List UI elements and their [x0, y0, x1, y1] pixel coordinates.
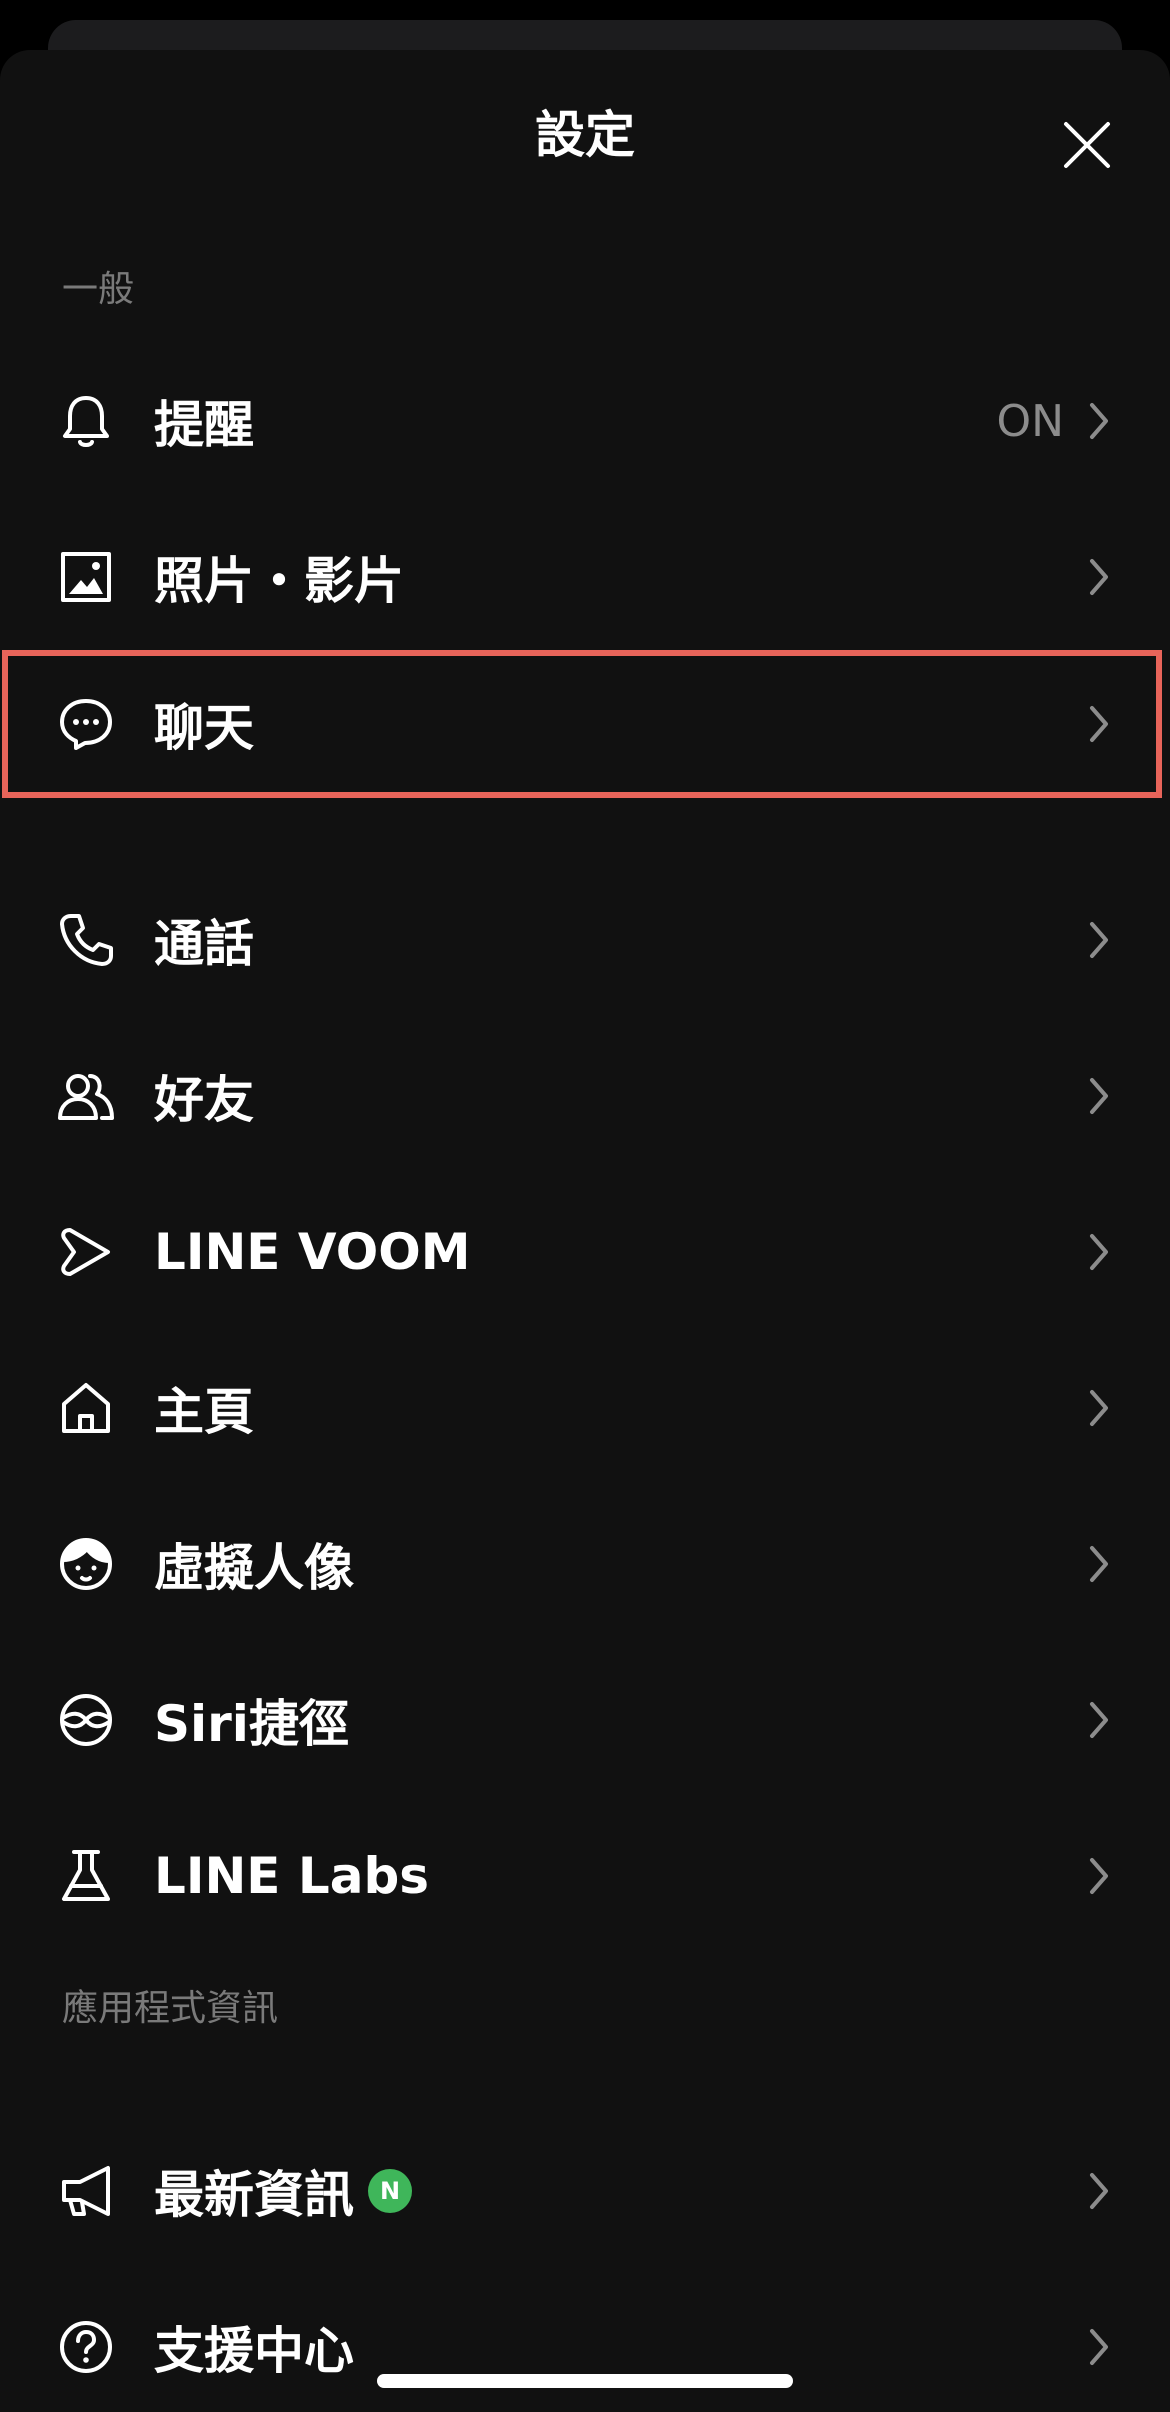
settings-row-home[interactable]: 主頁 — [0, 1330, 1170, 1486]
settings-row-label: 主頁 — [154, 1383, 254, 1441]
settings-row-line-labs[interactable]: LINE Labs — [0, 1798, 1170, 1954]
settings-row-label: 好友 — [154, 1071, 254, 1129]
close-icon — [1064, 122, 1110, 168]
settings-row-label: 通話 — [154, 915, 254, 973]
siri-icon — [56, 1690, 116, 1750]
chevron-right-icon — [1084, 1698, 1114, 1742]
settings-row-news[interactable]: 最新資訊 N — [0, 2113, 1170, 2269]
settings-row-siri-shortcuts[interactable]: Siri捷徑 — [0, 1642, 1170, 1798]
settings-row-line-voom[interactable]: LINE VOOM — [0, 1174, 1170, 1330]
home-indicator — [377, 2374, 793, 2388]
settings-row-label: LINE Labs — [154, 1847, 430, 1905]
settings-row-friends[interactable]: 好友 — [0, 1018, 1170, 1174]
chat-bubble-icon — [56, 694, 116, 754]
header: 設定 — [0, 50, 1170, 220]
chevron-right-icon — [1084, 2325, 1114, 2369]
settings-row-avatar[interactable]: 虛擬人像 — [0, 1486, 1170, 1642]
notifications-status: ON — [996, 395, 1064, 447]
settings-row-chats[interactable]: 聊天 — [0, 646, 1170, 802]
settings-row-label: 提醒 — [154, 396, 254, 454]
phone-icon — [56, 910, 116, 970]
megaphone-icon — [56, 2161, 116, 2221]
chevron-right-icon — [1084, 1074, 1114, 1118]
settings-row-label: LINE VOOM — [154, 1223, 471, 1281]
chevron-right-icon — [1084, 399, 1114, 443]
avatar-face-icon — [56, 1534, 116, 1594]
page-title: 設定 — [535, 106, 635, 164]
settings-sheet: 設定 一般 提醒 ON 照片・影片 聊天 通話 好友 LINE VOOM 主頁 … — [0, 50, 1170, 2412]
chevron-right-icon — [1084, 702, 1114, 746]
close-button[interactable] — [1050, 108, 1124, 182]
new-badge: N — [368, 2169, 412, 2213]
settings-row-photos-videos[interactable]: 照片・影片 — [0, 499, 1170, 655]
settings-row-label: 聊天 — [154, 699, 254, 757]
flask-icon — [56, 1846, 116, 1906]
chevron-right-icon — [1084, 1386, 1114, 1430]
settings-row-label: Siri捷徑 — [154, 1695, 349, 1753]
friends-icon — [56, 1066, 116, 1126]
bell-icon — [56, 391, 116, 451]
section-header-general: 一般 — [62, 269, 135, 310]
chevron-right-icon — [1084, 1230, 1114, 1274]
photo-icon — [56, 547, 116, 607]
settings-row-label: 最新資訊 N — [154, 2113, 412, 2269]
settings-row-label: 照片・影片 — [154, 552, 404, 610]
news-label-text: 最新資訊 — [154, 2166, 354, 2224]
chevron-right-icon — [1084, 2169, 1114, 2213]
chevron-right-icon — [1084, 555, 1114, 599]
home-icon — [56, 1378, 116, 1438]
chevron-right-icon — [1084, 1854, 1114, 1898]
section-header-app-info: 應用程式資訊 — [62, 1988, 279, 2029]
settings-row-help-center[interactable]: 支援中心 — [0, 2269, 1170, 2412]
chevron-right-icon — [1084, 1542, 1114, 1586]
help-icon — [56, 2317, 116, 2377]
settings-row-notifications[interactable]: 提醒 ON — [0, 343, 1170, 499]
settings-row-calls[interactable]: 通話 — [0, 862, 1170, 1018]
settings-row-label: 支援中心 — [154, 2322, 354, 2380]
settings-row-label: 虛擬人像 — [154, 1539, 354, 1597]
voom-icon — [56, 1222, 116, 1282]
chevron-right-icon — [1084, 918, 1114, 962]
